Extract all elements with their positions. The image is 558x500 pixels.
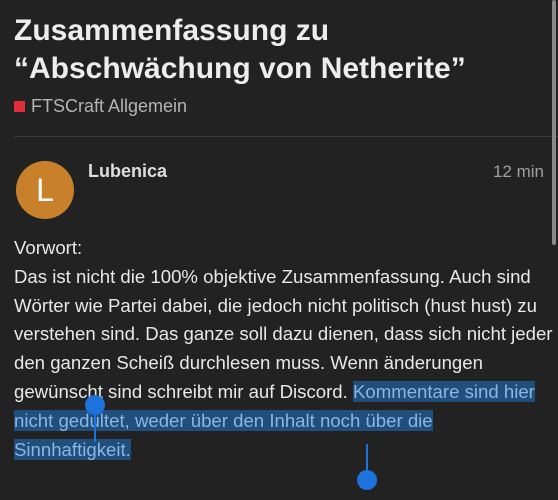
post-heading: Vorwort:: [14, 237, 83, 258]
category-badge[interactable]: FTSCraft Allgemein: [14, 96, 187, 117]
post-username[interactable]: Lubenica: [88, 161, 167, 182]
selection-end-handle[interactable]: [357, 470, 377, 490]
post-time[interactable]: 12 min: [493, 162, 544, 182]
category-color-square: [14, 101, 25, 112]
category-label: FTSCraft Allgemein: [31, 96, 188, 116]
title-divider: [14, 136, 558, 137]
avatar[interactable]: L: [16, 161, 74, 219]
scrollbar[interactable]: [552, 0, 556, 245]
topic-title: Zusammenfassung zu “Abschwächung von Net…: [14, 14, 466, 85]
avatar-letter: L: [36, 171, 54, 208]
selection-start-handle[interactable]: [85, 395, 105, 415]
